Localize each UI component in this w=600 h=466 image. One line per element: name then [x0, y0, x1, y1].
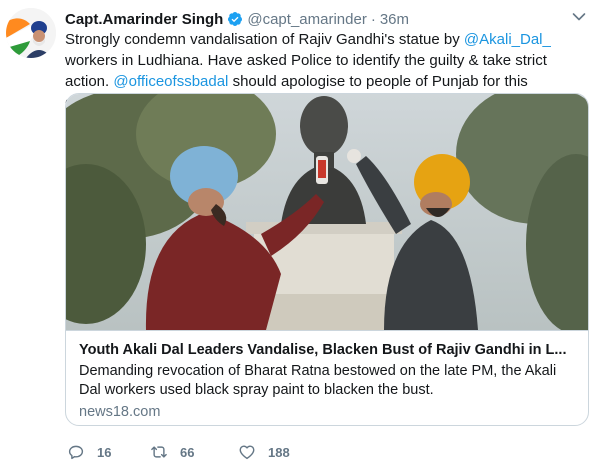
- header-separator: ·: [370, 10, 376, 28]
- retweet-button[interactable]: 66: [150, 443, 238, 461]
- tweet-actions: 16 66 188: [67, 441, 318, 463]
- author-handle[interactable]: @capt_amarinder: [247, 11, 366, 28]
- avatar[interactable]: [6, 8, 56, 58]
- reply-button[interactable]: 16: [67, 443, 150, 461]
- tweet-header: Capt.Amarinder Singh @capt_amarinder · 3…: [65, 9, 409, 29]
- author-name[interactable]: Capt.Amarinder Singh: [65, 11, 223, 28]
- reply-icon: [68, 445, 84, 460]
- reply-count: 16: [97, 444, 112, 460]
- link-preview-card[interactable]: Youth Akali Dal Leaders Vandalise, Black…: [65, 93, 589, 426]
- card-body[interactable]: Youth Akali Dal Leaders Vandalise, Black…: [66, 330, 588, 425]
- card-title[interactable]: Youth Akali Dal Leaders Vandalise, Black…: [79, 341, 578, 360]
- like-button[interactable]: 188: [238, 443, 318, 461]
- card-description: Demanding revocation of Bharat Ratna bes…: [79, 363, 557, 398]
- retweet-icon: [151, 446, 167, 458]
- tweet: Capt.Amarinder Singh @capt_amarinder · 3…: [0, 0, 600, 466]
- card-image[interactable]: [66, 94, 588, 330]
- tweet-text-part: Strongly condemn vandalisation of Rajiv …: [65, 31, 464, 48]
- retweet-count: 66: [180, 444, 195, 460]
- like-count: 188: [268, 444, 290, 460]
- like-icon: [239, 445, 255, 460]
- chevron-down-icon[interactable]: [572, 12, 586, 22]
- mention-link[interactable]: @Akali_Dal_: [464, 31, 551, 48]
- tweet-timestamp[interactable]: 36m: [380, 11, 409, 28]
- verified-badge-icon: [227, 11, 243, 27]
- card-domain: news18.com: [79, 404, 161, 420]
- mention-link[interactable]: @officeofssbadal: [113, 73, 228, 90]
